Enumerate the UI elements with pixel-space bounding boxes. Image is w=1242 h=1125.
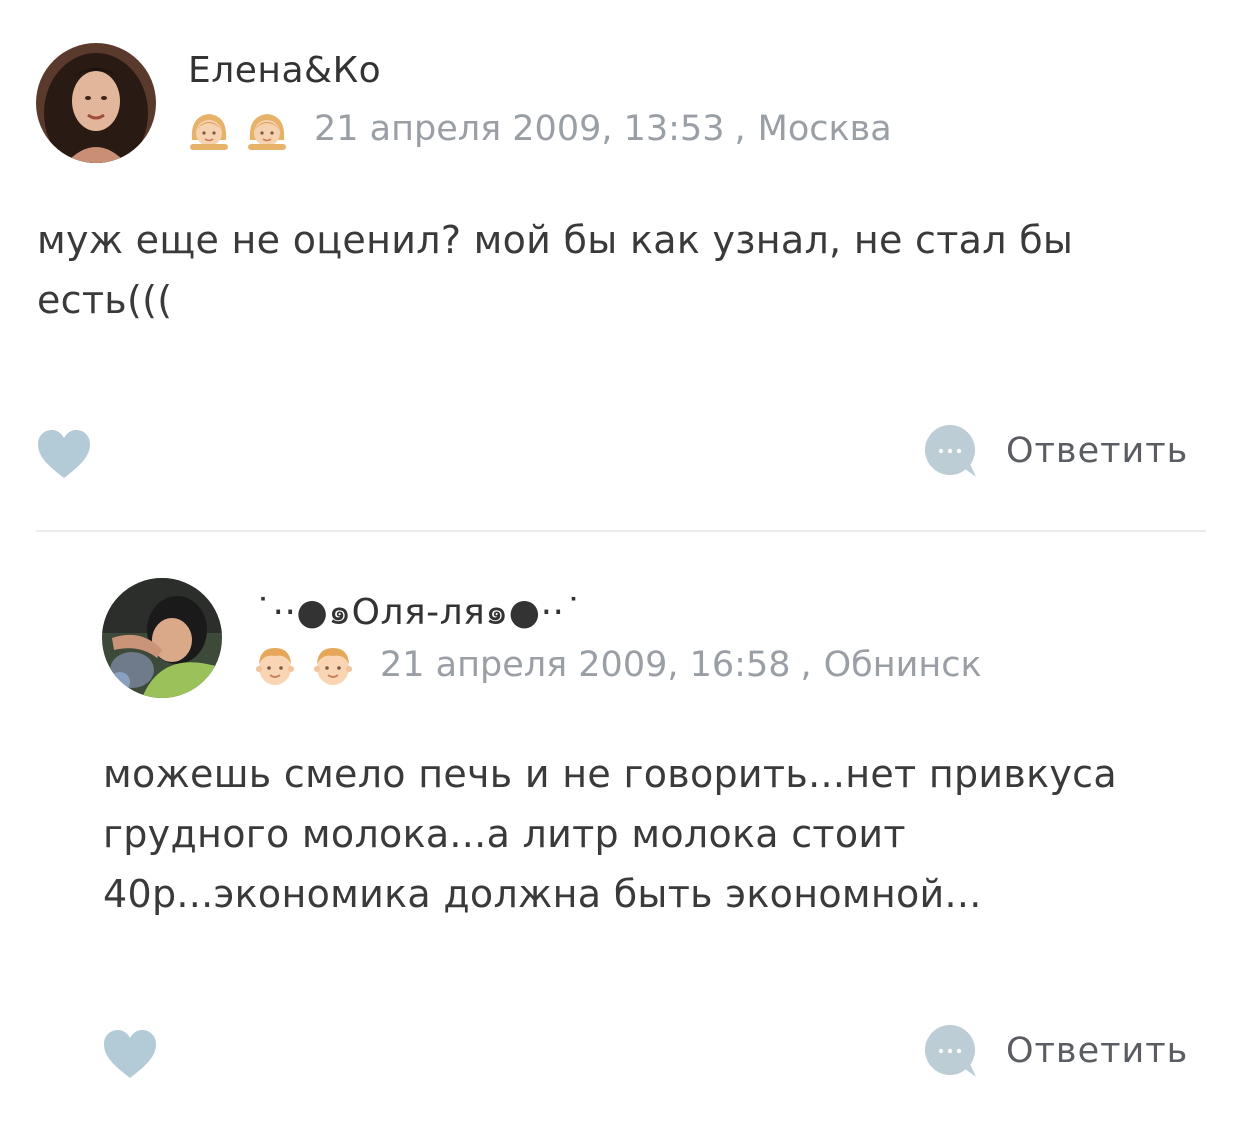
boy-face-icon	[310, 642, 356, 688]
comment-text: муж еще не оценил? мой бы как узнал, не …	[37, 218, 1074, 322]
comment-meta: 21 апреля 2009, 13:53 , Москва	[186, 106, 892, 152]
meta-separator: ,	[800, 645, 812, 685]
heart-icon	[38, 430, 90, 478]
avatar[interactable]	[36, 43, 156, 163]
meta-separator: ,	[734, 109, 746, 149]
comment: Елена&Ко 21 апреля 2009, 13:53 , Москва …	[0, 0, 1242, 530]
like-button[interactable]	[36, 428, 92, 480]
avatar[interactable]	[102, 578, 222, 698]
reply-button[interactable]: Ответить	[924, 1024, 1188, 1078]
reply-button[interactable]: Ответить	[924, 424, 1188, 478]
author-name[interactable]: Елена&Ко	[188, 50, 381, 91]
comment-text: можешь смело печь и не говорить...нет пр…	[103, 752, 1117, 916]
comment-bubble-icon	[924, 424, 978, 478]
comment-meta: 21 апреля 2009, 16:58 , Обнинск	[252, 642, 982, 688]
reply-label: Ответить	[1006, 431, 1189, 471]
comment: ˙··●๑Оля-ля๑●··˙ 21 апреля 2009, 16:58 ,…	[0, 531, 1242, 1125]
boy-face-icon	[252, 642, 298, 688]
like-button[interactable]	[102, 1028, 158, 1080]
heart-icon	[104, 1030, 156, 1078]
girl-face-icon	[186, 106, 232, 152]
author-name[interactable]: ˙··●๑Оля-ля๑●··˙	[254, 583, 583, 640]
comment-date: 21 апреля 2009, 16:58	[380, 645, 791, 685]
girl-face-icon	[244, 106, 290, 152]
comment-city: Москва	[757, 109, 892, 149]
reply-label: Ответить	[1006, 1031, 1189, 1071]
comment-city: Обнинск	[823, 645, 982, 685]
comment-bubble-icon	[924, 1024, 978, 1078]
comment-date: 21 апреля 2009, 13:53	[314, 109, 725, 149]
